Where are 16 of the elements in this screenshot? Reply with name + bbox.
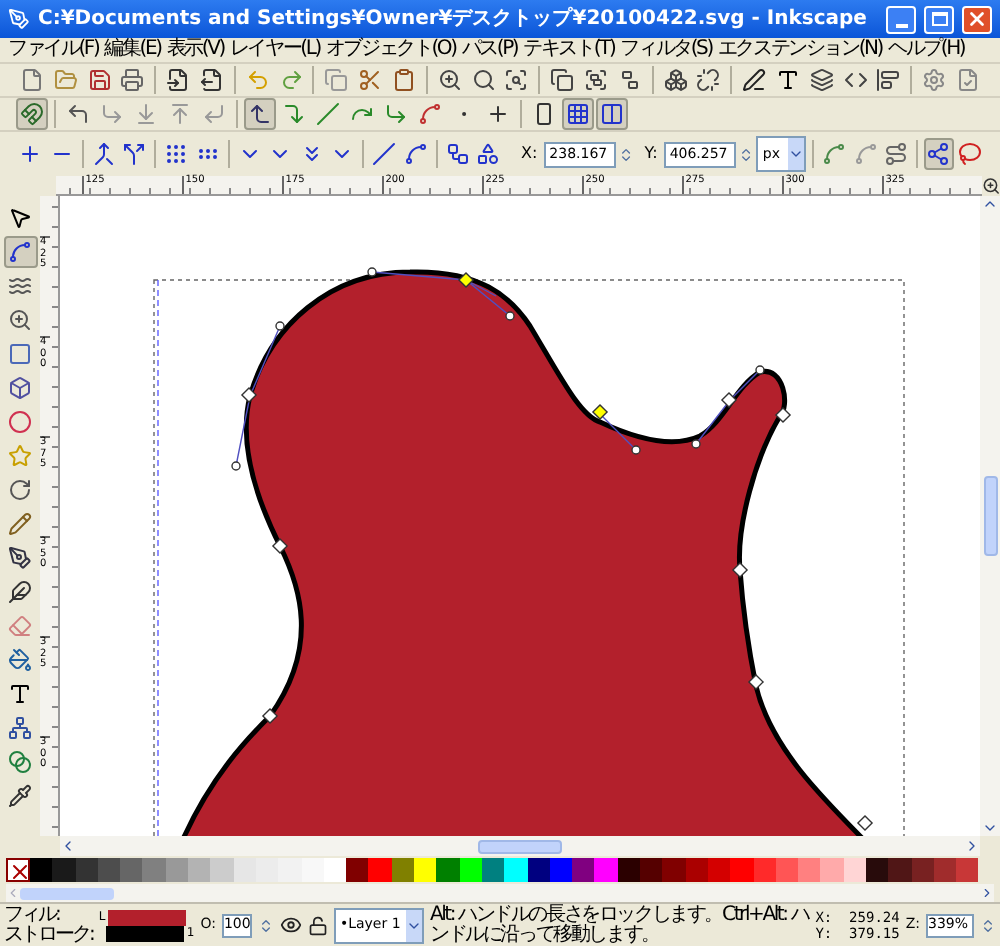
stroke-label: ストローク: xyxy=(4,925,93,945)
menu-item[interactable]: オブジェクト(O) xyxy=(325,40,456,60)
y-label: Y: xyxy=(644,142,658,166)
fill-label: フィル: xyxy=(4,905,62,925)
menu-item[interactable]: エクステンション(N) xyxy=(717,40,883,60)
menu-item[interactable]: パス(P) xyxy=(461,40,518,60)
x-label: X: xyxy=(520,142,538,166)
window-title: C:¥Documents and Settings¥Owner¥デスクトップ¥20100422.svg - Inkscape xyxy=(38,4,869,34)
menu-item[interactable]: 表示(V) xyxy=(166,40,224,60)
menu-item[interactable]: テキスト(T) xyxy=(523,40,615,60)
menu-item[interactable]: ヘルプ(H) xyxy=(888,40,965,60)
status-message: Alt: ハンドルの長さをロックします。Ctrl+Alt: ハンドルに沿って移動します。 xyxy=(429,905,810,945)
menu-item[interactable]: ファイル(F) xyxy=(8,40,99,60)
menu-item[interactable]: フィルタ(S) xyxy=(620,40,712,60)
menu-item[interactable]: レイヤー(L) xyxy=(229,40,320,60)
menu-item[interactable]: 編集(E) xyxy=(104,40,161,60)
